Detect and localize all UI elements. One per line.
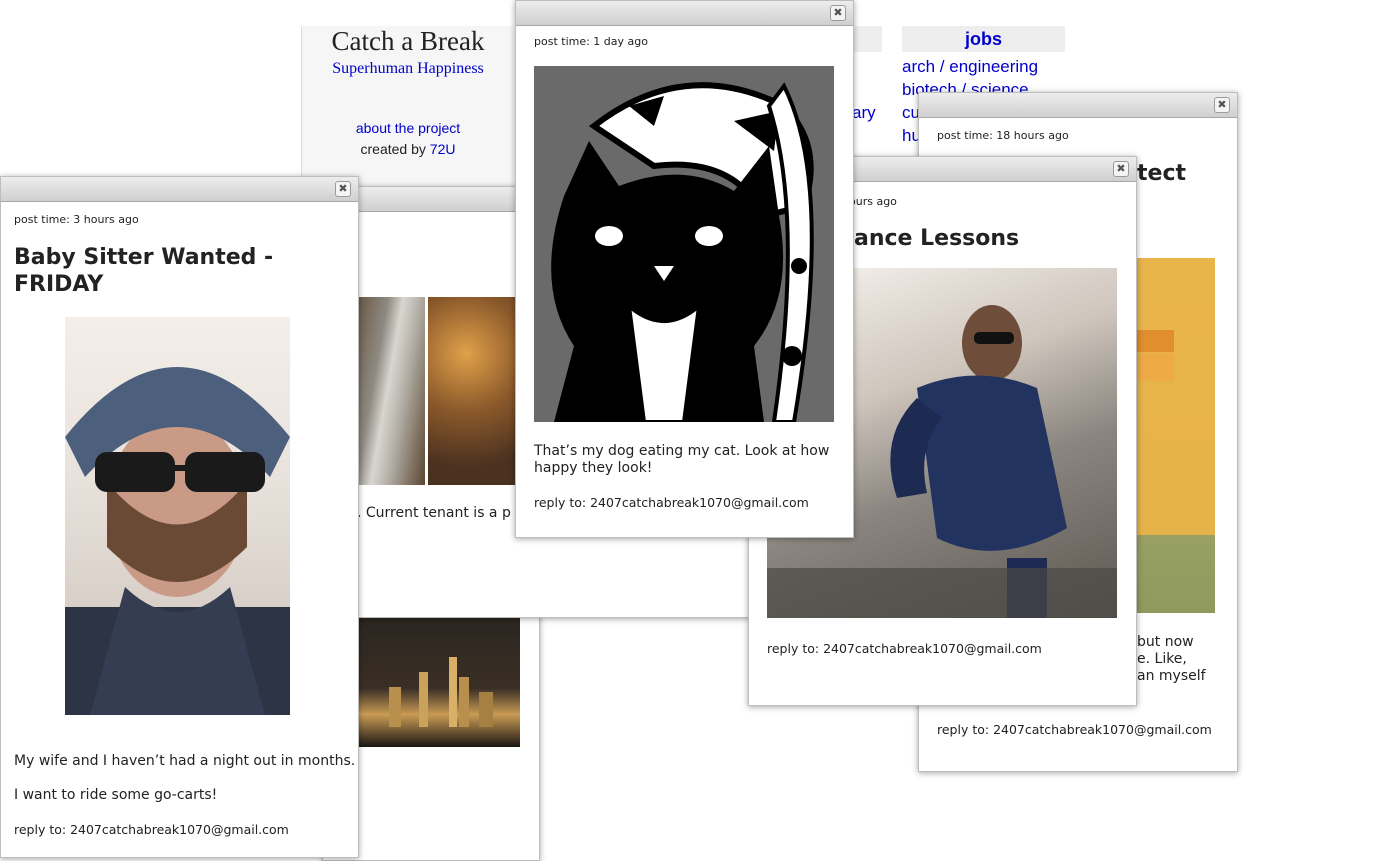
reply-email[interactable]: reply to: 2407catchabreak1070@gmail.com <box>767 641 1042 656</box>
window-titlebar[interactable]: ✖ <box>919 93 1237 118</box>
close-icon[interactable]: ✖ <box>1113 161 1129 177</box>
body-line: I want to ride some go-carts! <box>14 787 218 803</box>
post-title: Baby Sitter Wanted - FRIDAY <box>14 245 274 297</box>
created-by-label: created by <box>360 141 426 157</box>
close-icon[interactable]: ✖ <box>335 181 351 197</box>
apartment-photo-room <box>428 297 523 485</box>
body-line: but now <box>1137 634 1194 650</box>
body-line: My wife and I haven’t had a night out in… <box>14 753 356 769</box>
window-titlebar[interactable]: ✖ <box>1 177 358 202</box>
post-time: post time: 3 hours ago <box>14 213 139 226</box>
body-line: e. Like, <box>1137 651 1187 667</box>
dog-cat-post-window[interactable]: ✖ post time: 1 day ago That’s my dog eat… <box>515 0 854 538</box>
post-body: That’s my dog eating my cat. Look at how… <box>534 443 830 476</box>
about-project-link[interactable]: about the project <box>302 120 514 136</box>
jobs-link-arch-engineering[interactable]: arch / engineering <box>902 57 1038 77</box>
apartment-body-text: . Current tenant is a p <box>357 505 511 521</box>
baby-sitter-photo <box>65 317 290 715</box>
body-line: an myself <box>1137 668 1206 684</box>
close-icon[interactable]: ✖ <box>830 5 846 21</box>
post-title: ance Lessons <box>854 226 1020 251</box>
creator-link[interactable]: 72U <box>430 141 456 157</box>
jobs-heading[interactable]: jobs <box>902 26 1065 52</box>
site-header-panel: Catch a Break Superhuman Happiness about… <box>301 26 514 196</box>
window-titlebar[interactable]: ✖ <box>516 1 853 26</box>
post-time: post time: 18 hours ago <box>937 129 1069 142</box>
category-link-partial[interactable]: ary <box>852 103 876 123</box>
site-tagline[interactable]: Superhuman Happiness <box>302 60 514 78</box>
reply-email[interactable]: reply to: 2407catchabreak1070@gmail.com <box>937 722 1212 737</box>
apartment-photo-door <box>359 297 425 485</box>
close-icon[interactable]: ✖ <box>1214 97 1230 113</box>
dog-cat-icon <box>551 82 814 424</box>
post-time: ours ago <box>849 195 897 208</box>
post-title: tect <box>1137 161 1186 186</box>
site-title: Catch a Break <box>331 26 485 56</box>
baby-sitter-post-window[interactable]: ✖ post time: 3 hours ago Baby Sitter Wan… <box>0 176 359 858</box>
reply-email[interactable]: reply to: 2407catchabreak1070@gmail.com <box>14 822 289 837</box>
man-portrait-icon <box>65 367 290 715</box>
skyline-photo <box>359 617 520 747</box>
reply-email[interactable]: reply to: 2407catchabreak1070@gmail.com <box>534 495 809 510</box>
created-by: created by 72U <box>302 141 514 157</box>
skyline-icon <box>389 657 493 727</box>
post-time: post time: 1 day ago <box>534 35 648 48</box>
dog-cat-illustration <box>534 66 834 424</box>
